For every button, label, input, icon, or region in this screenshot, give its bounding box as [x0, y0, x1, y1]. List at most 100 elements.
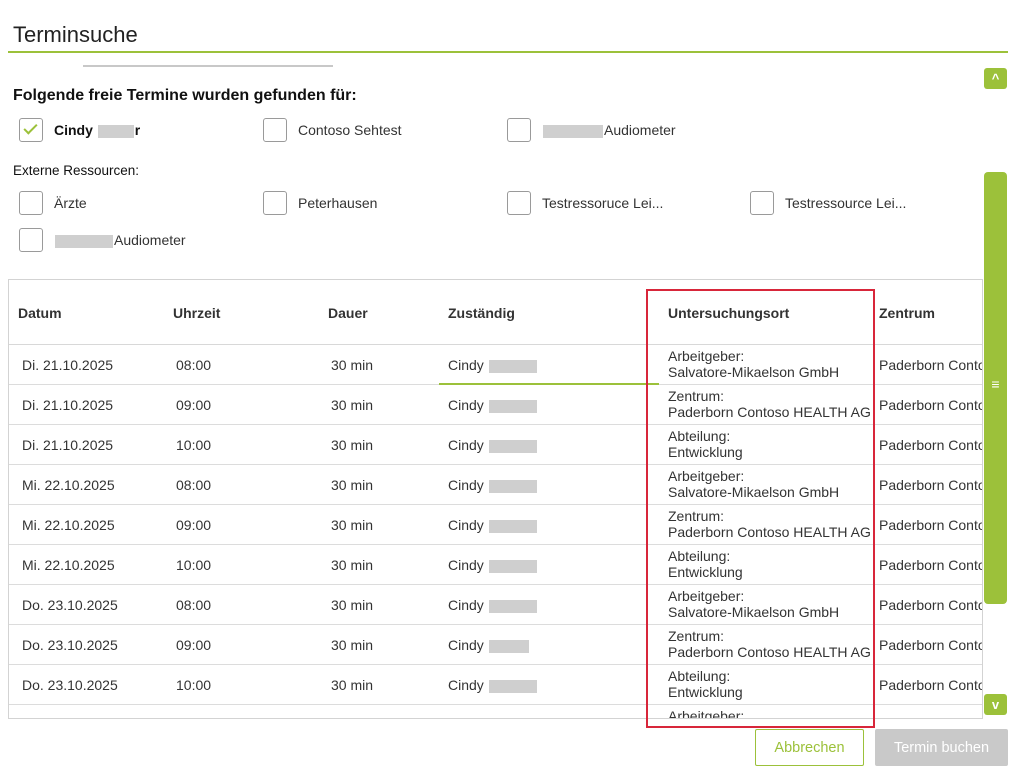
checkbox[interactable] — [263, 191, 287, 215]
redacted-name — [543, 124, 603, 138]
checkbox[interactable] — [750, 191, 774, 215]
redacted-name — [488, 359, 537, 373]
table-row[interactable]: Do. 23.10.2025 09:00 30 min Cindy Zentru… — [9, 625, 982, 665]
checkbox-label: Ärzte — [54, 195, 87, 211]
column-header-zustaendig[interactable]: Zuständig — [448, 305, 515, 321]
external-checkbox-testressource[interactable]: Testressource Lei... — [750, 190, 906, 216]
cell-zustaendig: Cindy — [448, 637, 530, 653]
checkbox[interactable] — [507, 118, 531, 142]
redacted-name — [488, 559, 537, 573]
title-divider — [8, 51, 1008, 53]
page-title: Terminsuche — [13, 22, 138, 47]
resource-checkbox-sehtest[interactable]: Contoso Sehtest — [263, 117, 402, 143]
table-row[interactable]: Mi. 22.10.2025 08:00 30 min Cindy Arbeit… — [9, 465, 982, 505]
book-appointment-button[interactable]: Termin buchen — [875, 729, 1008, 766]
external-checkbox-audiometer[interactable]: Audiometer — [19, 227, 186, 253]
cell-datum: Do. 23.10.2025 — [22, 637, 118, 653]
cell-zustaendig: Cindy — [448, 517, 538, 533]
cell-untersuchungsort: Zentrum: Paderborn Contoso HEALTH AG — [668, 628, 871, 660]
table-row[interactable]: Di. 21.10.2025 09:00 30 min Cindy Zentru… — [9, 385, 982, 425]
checkbox-label: Peterhausen — [298, 195, 378, 211]
cell-uhrzeit: 08:00 — [176, 477, 212, 493]
cell-untersuchungsort: Abteilung: Entwicklung — [668, 668, 743, 700]
column-header-untersuchungsort[interactable]: Untersuchungsort — [668, 305, 789, 321]
cell-untersuchungsort: Zentrum: Paderborn Contoso HEALTH AG — [668, 388, 871, 420]
cell-zustaendig: Cindy — [448, 437, 538, 453]
checkbox-label: Contoso Sehtest — [298, 122, 402, 138]
cell-datum: Di. 21.10.2025 — [22, 357, 114, 373]
scrollbar-thumb[interactable]: ≡ — [984, 172, 1007, 604]
checkbox-label: Testressource Lei... — [785, 195, 907, 211]
cell-datum: Mi. 22.10.2025 — [22, 517, 115, 533]
cell-dauer: 30 min — [331, 397, 374, 413]
table-row[interactable]: Arbeitgeber: — [9, 705, 982, 719]
cell-untersuchungsort: Arbeitgeber: — [668, 708, 745, 719]
column-header-zentrum[interactable]: Zentrum — [879, 305, 935, 321]
cell-zentrum: Paderborn Contoso — [879, 397, 982, 413]
checkbox[interactable] — [19, 228, 43, 252]
checkbox[interactable] — [19, 191, 43, 215]
column-header-datum[interactable]: Datum — [18, 305, 62, 321]
resource-checkbox-cindy[interactable]: Cindy r — [19, 117, 140, 143]
external-heading: Externe Ressourcen: — [13, 163, 140, 178]
table-row[interactable]: Di. 21.10.2025 10:00 30 min Cindy Abteil… — [9, 425, 982, 465]
table-header: Datum Uhrzeit Dauer Zuständig Untersuchu… — [9, 280, 982, 345]
cell-uhrzeit: 08:00 — [176, 597, 212, 613]
cell-zentrum: Paderborn Contoso — [879, 477, 982, 493]
cell-untersuchungsort: Abteilung: Entwicklung — [668, 548, 743, 580]
external-checkbox-aerzte[interactable]: Ärzte — [19, 190, 87, 216]
external-checkbox-testressoruce[interactable]: Testressoruce Lei... — [507, 190, 663, 216]
cell-zustaendig: Cindy — [448, 597, 538, 613]
redacted-name — [97, 124, 134, 138]
found-heading: Folgende freie Termine wurden gefunden f… — [13, 87, 357, 104]
cell-uhrzeit: 09:00 — [176, 637, 212, 653]
external-checkbox-peterhausen[interactable]: Peterhausen — [263, 190, 377, 216]
cell-datum: Di. 21.10.2025 — [22, 397, 114, 413]
table-row[interactable]: Di. 21.10.2025 08:00 30 min Cindy Arbeit… — [9, 345, 982, 385]
cell-datum: Do. 23.10.2025 — [22, 677, 118, 693]
checkbox[interactable] — [19, 118, 43, 142]
cell-dauer: 30 min — [331, 437, 374, 453]
cancel-button[interactable]: Abbrechen — [755, 729, 864, 766]
scroll-up-button[interactable]: ^ — [984, 68, 1007, 89]
cell-untersuchungsort: Arbeitgeber: Salvatore-Mikaelson GmbH — [668, 588, 840, 620]
redacted-name — [488, 639, 529, 653]
cell-datum: Mi. 22.10.2025 — [22, 557, 115, 573]
cell-dauer: 30 min — [331, 477, 374, 493]
tab-indicator — [83, 65, 333, 67]
grip-icon: ≡ — [991, 376, 1000, 392]
table-row[interactable]: Mi. 22.10.2025 09:00 30 min Cindy Zentru… — [9, 505, 982, 545]
table-row[interactable]: Mi. 22.10.2025 10:00 30 min Cindy Abteil… — [9, 545, 982, 585]
resource-checkbox-audiometer[interactable]: Audiometer — [507, 117, 676, 143]
cell-zentrum: Paderborn Contoso — [879, 557, 982, 573]
cell-zentrum: Paderborn Contoso — [879, 357, 982, 373]
cell-zentrum: Paderborn Contoso — [879, 437, 982, 453]
column-header-dauer[interactable]: Dauer — [328, 305, 368, 321]
checkbox-label: Testressoruce Lei... — [542, 195, 664, 211]
appointments-table: Datum Uhrzeit Dauer Zuständig Untersuchu… — [8, 279, 983, 719]
cell-uhrzeit: 09:00 — [176, 517, 212, 533]
cell-zustaendig: Cindy — [448, 477, 538, 493]
column-header-uhrzeit[interactable]: Uhrzeit — [173, 305, 220, 321]
checkbox-label: Cindy r — [54, 122, 141, 138]
chevron-up-icon: ^ — [991, 71, 1000, 86]
cell-untersuchungsort: Arbeitgeber: Salvatore-Mikaelson GmbH — [668, 468, 840, 500]
checkbox[interactable] — [263, 118, 287, 142]
cell-uhrzeit: 10:00 — [176, 557, 212, 573]
cell-uhrzeit: 09:00 — [176, 397, 212, 413]
cell-zustaendig: Cindy — [448, 397, 538, 413]
redacted-name — [488, 399, 537, 413]
table-row[interactable]: Do. 23.10.2025 10:00 30 min Cindy Abteil… — [9, 665, 982, 705]
table-row[interactable]: Do. 23.10.2025 08:00 30 min Cindy Arbeit… — [9, 585, 982, 625]
cell-untersuchungsort: Abteilung: Entwicklung — [668, 428, 743, 460]
checkbox-label: Audiometer — [54, 232, 186, 248]
checkbox[interactable] — [507, 191, 531, 215]
cell-datum: Mi. 22.10.2025 — [22, 477, 115, 493]
cell-zentrum: Paderborn Contoso — [879, 637, 982, 653]
cell-dauer: 30 min — [331, 517, 374, 533]
cell-dauer: 30 min — [331, 637, 374, 653]
redacted-name — [488, 479, 537, 493]
scroll-down-button[interactable]: v — [984, 694, 1007, 715]
redacted-name — [488, 599, 537, 613]
checkmark-icon — [23, 120, 38, 135]
